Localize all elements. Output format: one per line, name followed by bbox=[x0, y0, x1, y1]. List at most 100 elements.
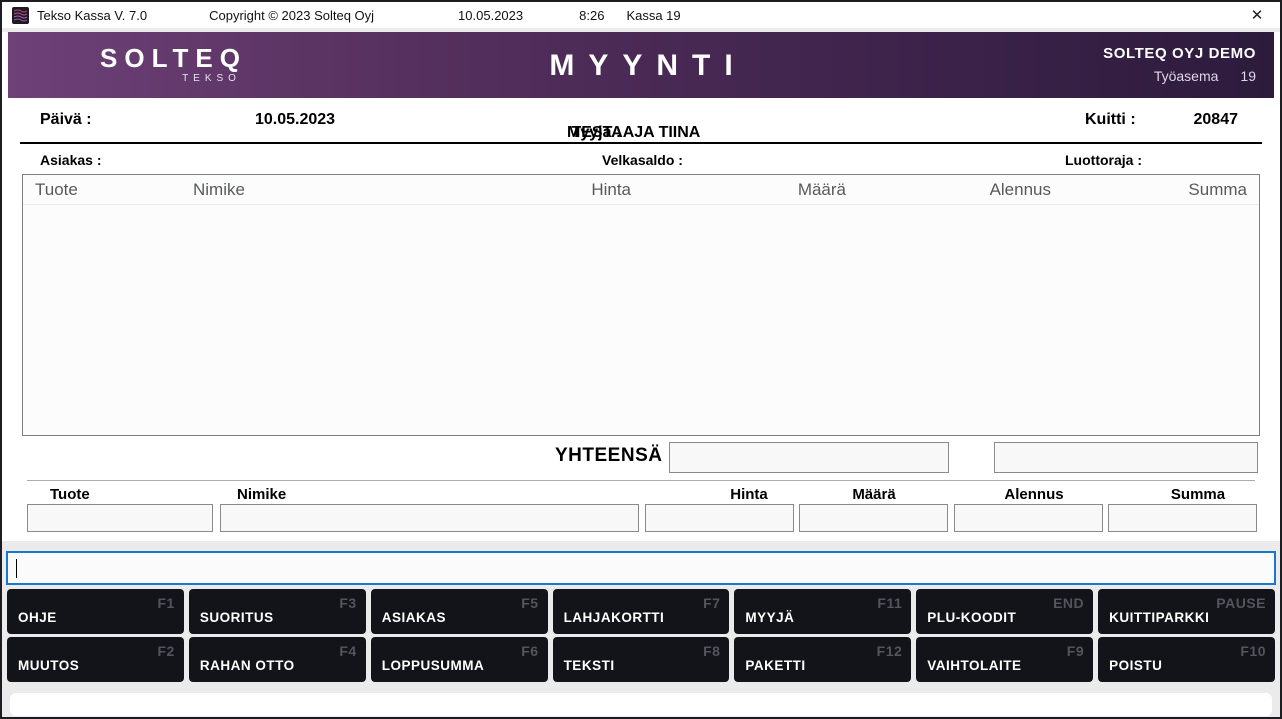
entry-label-nimike: Nimike bbox=[237, 486, 287, 503]
button-asiakas[interactable]: ASIAKAS F5 bbox=[370, 589, 548, 634]
button-label: MYYJÄ bbox=[745, 610, 795, 625]
customer-label: Asiakas : bbox=[40, 152, 102, 168]
button-key-hint: F8 bbox=[703, 643, 721, 659]
entry-input-maara[interactable] bbox=[799, 504, 948, 532]
workstation-info: Työasema 19 bbox=[1103, 68, 1256, 84]
items-table-header: Tuote Nimike Hinta Määrä Alennus Summa bbox=[23, 175, 1259, 205]
button-key-hint: F3 bbox=[339, 595, 357, 611]
button-label: KUITTIPARKKI bbox=[1109, 610, 1210, 625]
customer-row: Asiakas : Velkasaldo : Luottoraja : bbox=[2, 144, 1280, 174]
button-label: OHJE bbox=[18, 610, 57, 625]
column-header-maara: Määrä bbox=[797, 179, 846, 199]
command-input[interactable] bbox=[8, 553, 1274, 583]
button-label: LOPPUSUMMA bbox=[381, 658, 485, 673]
receipt-label: Kuitti : bbox=[1085, 111, 1136, 128]
button-suoritus[interactable]: SUORITUS F3 bbox=[188, 589, 366, 634]
button-key-hint: F10 bbox=[1240, 643, 1266, 659]
button-label: PAKETTI bbox=[745, 658, 806, 673]
button-key-hint: F1 bbox=[157, 595, 175, 611]
total-secondary-box bbox=[994, 442, 1258, 473]
entry-label-hinta: Hinta bbox=[730, 486, 768, 503]
entry-label-alennus: Alennus bbox=[1004, 486, 1064, 503]
button-key-hint: F11 bbox=[877, 595, 903, 611]
copyright-text: Copyright © 2023 Solteq Oyj bbox=[209, 7, 375, 23]
workstation-label: Työasema bbox=[1153, 68, 1219, 84]
button-myyja[interactable]: MYYJÄ F11 bbox=[734, 589, 912, 634]
close-button[interactable]: ✕ bbox=[1244, 3, 1270, 27]
entry-input-tuote[interactable] bbox=[27, 504, 213, 532]
date-value: 10.05.2023 bbox=[255, 111, 336, 128]
workstation-value: 19 bbox=[1240, 68, 1256, 84]
button-label: VAIHTOLAITE bbox=[927, 658, 1022, 673]
button-vaihtolaite[interactable]: VAIHTOLAITE F9 bbox=[916, 637, 1094, 682]
titlebar-time: 8:26 bbox=[579, 7, 605, 23]
column-header-tuote: Tuote bbox=[35, 179, 78, 199]
total-row: YHTEENSÄ bbox=[2, 442, 1280, 474]
button-lahjakortti[interactable]: LAHJAKORTTI F7 bbox=[552, 589, 730, 634]
command-bar bbox=[6, 551, 1276, 585]
button-key-hint: F6 bbox=[521, 643, 539, 659]
total-amount-box bbox=[669, 442, 949, 473]
receipt-value: 20847 bbox=[1193, 111, 1239, 128]
column-header-summa: Summa bbox=[1188, 179, 1247, 199]
separator-line bbox=[27, 480, 1255, 481]
store-block: SOLTEQ OYJ DEMO Työasema 19 bbox=[1103, 45, 1256, 84]
entry-input-nimike[interactable] bbox=[220, 504, 639, 532]
debt-label: Velkasaldo : bbox=[602, 152, 683, 168]
button-label: TEKSTI bbox=[563, 658, 615, 673]
button-key-hint: F12 bbox=[876, 643, 903, 659]
seller-value: TESTAAJA TIINA bbox=[571, 124, 701, 141]
close-icon: ✕ bbox=[1250, 6, 1264, 24]
items-table: Tuote Nimike Hinta Määrä Alennus Summa bbox=[22, 174, 1260, 436]
app-window: Tekso Kassa V. 7.0 Copyright © 2023 Solt… bbox=[0, 0, 1282, 719]
button-rahan-otto[interactable]: RAHAN OTTO F4 bbox=[188, 637, 366, 682]
button-kuittiparkki[interactable]: KUITTIPARKKI PAUSE bbox=[1098, 589, 1275, 634]
button-ohje[interactable]: OHJE F1 bbox=[7, 589, 184, 634]
entry-input-hinta[interactable] bbox=[645, 504, 794, 532]
button-label: LAHJAKORTTI bbox=[563, 610, 665, 625]
button-muutos[interactable]: MUUTOS F2 bbox=[7, 637, 184, 682]
seller-info: Myyjä : TESTAAJA TIINA bbox=[567, 111, 700, 141]
date-label: Päivä : bbox=[40, 111, 92, 128]
entry-input-summa[interactable] bbox=[1108, 504, 1257, 532]
credit-label: Luottoraja : bbox=[1065, 152, 1142, 168]
button-teksti[interactable]: TEKSTI F8 bbox=[552, 637, 730, 682]
button-plu-koodit[interactable]: PLU-KOODIT END bbox=[916, 589, 1094, 634]
button-label: RAHAN OTTO bbox=[199, 658, 295, 673]
button-label: ASIAKAS bbox=[381, 610, 446, 625]
page-title: MYYNTI bbox=[549, 49, 747, 82]
entry-form: Tuote Nimike Hinta Määrä Alennus Summa bbox=[2, 483, 1280, 535]
entry-label-maara: Määrä bbox=[852, 486, 896, 503]
column-header-alennus: Alennus bbox=[989, 179, 1051, 199]
button-label: MUUTOS bbox=[18, 658, 80, 673]
content-area: SOLTEQ TEKSO MYYNTI SOLTEQ OYJ DEMO Työa… bbox=[2, 32, 1280, 541]
button-key-hint: F7 bbox=[703, 595, 721, 611]
store-name: SOLTEQ OYJ DEMO bbox=[1103, 45, 1256, 62]
button-loppusumma[interactable]: LOPPUSUMMA F6 bbox=[370, 637, 548, 682]
entry-input-alennus[interactable] bbox=[954, 504, 1103, 532]
status-strip bbox=[10, 693, 1272, 716]
column-header-nimike: Nimike bbox=[193, 179, 245, 199]
button-label: POISTU bbox=[1109, 658, 1163, 673]
main-header: SOLTEQ TEKSO MYYNTI SOLTEQ OYJ DEMO Työa… bbox=[8, 32, 1274, 98]
entry-label-summa: Summa bbox=[1170, 486, 1226, 503]
info-row: Päivä : 10.05.2023 Myyjä : TESTAAJA TIIN… bbox=[2, 98, 1280, 142]
button-key-hint: F9 bbox=[1066, 643, 1085, 659]
column-header-hinta: Hinta bbox=[591, 179, 631, 199]
function-key-grid: OHJE F1 SUORITUS F3 ASIAKAS F5 LAHJAKORT… bbox=[7, 589, 1275, 682]
button-label: PLU-KOODIT bbox=[927, 610, 1017, 625]
titlebar-register: Kassa 19 bbox=[626, 7, 681, 23]
button-key-hint: F4 bbox=[339, 643, 357, 659]
entry-label-tuote: Tuote bbox=[50, 486, 90, 503]
button-poistu[interactable]: POISTU F10 bbox=[1098, 637, 1275, 682]
button-label: SUORITUS bbox=[199, 610, 274, 625]
button-key-hint: F2 bbox=[157, 643, 175, 659]
button-key-hint: F5 bbox=[521, 595, 539, 611]
app-icon bbox=[12, 6, 29, 24]
titlebar: Tekso Kassa V. 7.0 Copyright © 2023 Solt… bbox=[2, 2, 1280, 28]
items-table-body bbox=[23, 205, 1259, 435]
titlebar-date: 10.05.2023 bbox=[458, 7, 524, 23]
app-title: Tekso Kassa V. 7.0 bbox=[37, 7, 148, 23]
button-paketti[interactable]: PAKETTI F12 bbox=[734, 637, 912, 682]
text-cursor bbox=[16, 559, 17, 578]
